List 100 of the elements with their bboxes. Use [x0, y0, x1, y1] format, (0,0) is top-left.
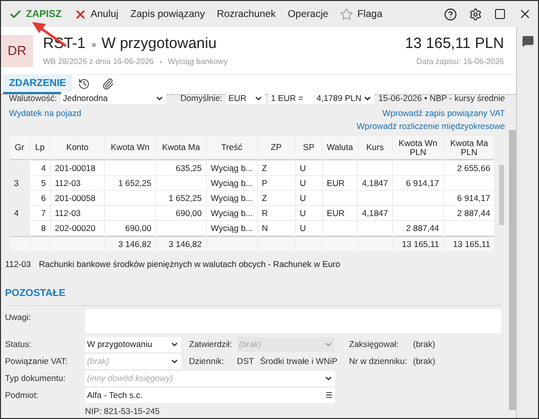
table-cell: Z	[258, 161, 295, 175]
column-header[interactable]: Kwota Ma PLN	[444, 136, 494, 160]
comment-icon[interactable]	[522, 35, 534, 47]
table-cell: 690,00	[156, 206, 206, 220]
field-label: (brak)	[413, 338, 436, 351]
document-badge: DR	[1, 34, 33, 66]
account-description: Rachunki bankowe środków pieniężnych w walutach obcych - Rachunek w Euro	[38, 258, 340, 271]
maximize-icon[interactable]	[494, 8, 506, 20]
total-cell: 13 165,11	[444, 236, 494, 251]
field-label: Domyślnie:	[180, 92, 222, 104]
table-cell: 6	[30, 191, 50, 205]
document-status: W przygotowaniu	[102, 34, 217, 54]
section-title: POZOSTAŁE	[5, 286, 66, 301]
total-cell: 13 165,11	[393, 236, 444, 251]
tax-id: NIP: 821-53-15-245	[85, 404, 161, 418]
table-cell: U	[296, 176, 322, 190]
list-icon	[325, 391, 333, 400]
exchange-rate-select[interactable]: 1 EUR = 4,1789 PLN	[268, 92, 374, 104]
settings-icon[interactable]	[469, 8, 482, 20]
field-label: Powiązanie VAT:	[5, 354, 69, 368]
document-reference: WB 28/2026 z dnia 16-06-2026	[43, 56, 154, 68]
save-button[interactable]: ZAPISZ	[5, 3, 66, 25]
table-cell: U	[296, 221, 322, 235]
field-label: 15-06-2026 • NBP - kursy średnie	[378, 92, 505, 104]
table-cell: 4,1847	[358, 206, 392, 220]
table-cell: 4,1847	[358, 176, 392, 190]
journal-name: Środki trwałe i WNiP	[260, 354, 338, 368]
column-header[interactable]: Kurs	[358, 136, 392, 160]
table-cell: 690,00	[104, 221, 156, 235]
table-cell: 6 914,17	[444, 191, 494, 205]
toolbar-button[interactable]: Zapis powiązany	[126, 3, 209, 25]
table-cell: Wyciąg b...	[206, 221, 257, 235]
column-header[interactable]: Gr	[10, 136, 29, 160]
column-header[interactable]: Kwota Wn	[104, 136, 156, 160]
cancel-button[interactable]: Anuluj	[70, 3, 122, 25]
column-header[interactable]: ZP	[258, 136, 295, 160]
table-cell: 7	[30, 206, 50, 220]
column-header[interactable]: SP	[296, 136, 322, 160]
column-header[interactable]: Treść	[206, 136, 257, 160]
table-cell: N	[258, 221, 295, 235]
table-cell: 112-03	[50, 176, 104, 190]
table-cell: 202-00020	[50, 221, 104, 235]
field-label: Nr w dzienniku:	[348, 354, 408, 368]
toolbar-button[interactable]: Rozrachunek	[212, 3, 280, 25]
journal-code: DST	[237, 354, 254, 368]
history-icon	[78, 78, 90, 90]
currency-mode-select[interactable]: Jednorodna	[60, 92, 166, 104]
table-cell: EUR	[322, 206, 357, 220]
column-header[interactable]: Waluta	[322, 136, 357, 160]
check-icon	[9, 8, 22, 20]
field-label: Uwagi:	[5, 310, 32, 324]
entity-field[interactable]: Alfa - Tech s.c.	[85, 388, 335, 403]
table-cell: 2 655,66	[444, 161, 494, 175]
account-code: 112-03	[5, 258, 31, 271]
link[interactable]: Wydatek na pojazd	[9, 107, 82, 120]
help-icon[interactable]	[444, 8, 457, 20]
table-cell: P	[258, 176, 295, 190]
table-cell: Z	[258, 191, 295, 205]
event-tab[interactable]: ZDARZENIE	[3, 75, 72, 94]
table-cell: 1 652,25	[104, 176, 156, 190]
table-cell: R	[258, 206, 295, 220]
table-cell: U	[296, 161, 322, 175]
table-cell: 2 887,44	[444, 206, 494, 220]
table-cell: Wyciąg b...	[206, 206, 257, 220]
table-cell: 5	[30, 176, 50, 190]
table-cell: U	[296, 206, 322, 220]
field-label: Zaksięgował:	[348, 338, 400, 351]
table-cell: U	[296, 191, 322, 205]
table-cell: EUR	[322, 176, 357, 190]
column-header[interactable]: Kwota Ma	[156, 136, 206, 160]
table-cell: Wyciąg b...	[206, 176, 257, 190]
close-icon[interactable]	[518, 7, 532, 21]
table-cell: 8	[30, 221, 50, 235]
flag-button[interactable]: Flaga	[336, 3, 386, 25]
column-header[interactable]: Konto	[50, 136, 104, 160]
table-cell: 1 652,25	[156, 191, 206, 205]
field-label: Podmiot:	[5, 388, 40, 402]
paperclip-icon	[102, 78, 114, 90]
status-select[interactable]: W przygotowaniu	[85, 336, 181, 352]
table-cell: 112-03	[50, 206, 104, 220]
field-label: Walutowość:	[9, 92, 57, 104]
link[interactable]: Wprowadź rozliczenie międzyokresowe	[356, 120, 505, 133]
field-label: (brak)	[413, 354, 436, 368]
close-icon	[74, 8, 87, 20]
column-header[interactable]: Kwota Wn PLN	[393, 136, 444, 160]
total-amount: 13 165,11 PLN	[405, 34, 504, 54]
field-label: Status:	[5, 338, 32, 351]
field-label: Typ dokumentu:	[5, 372, 66, 385]
table-cell: 201-00058	[50, 191, 104, 205]
table-cell: Wyciąg b...	[206, 161, 257, 175]
column-header[interactable]: Lp	[30, 136, 50, 160]
default-currency-select[interactable]: EUR	[226, 92, 265, 104]
star-icon	[340, 8, 354, 20]
link[interactable]: Wprowadź zapis powiązany VAT	[382, 107, 505, 120]
document-type: Wyciąg bankowy	[168, 56, 228, 68]
total-cell: 3 146,82	[104, 236, 156, 251]
total-cell: 3 146,82	[156, 236, 206, 251]
toolbar-button[interactable]: Operacje	[284, 3, 332, 25]
field-label: Dziennik:	[188, 354, 225, 368]
table-cell: 201-00018	[50, 161, 104, 175]
